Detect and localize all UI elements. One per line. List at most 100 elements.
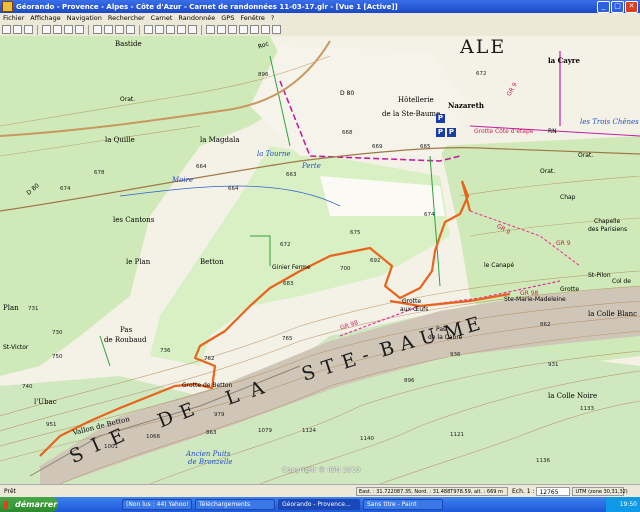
minimize-button[interactable]: _: [597, 1, 610, 13]
altitude-label: 664: [196, 164, 207, 170]
altitude-label: 730: [52, 330, 63, 336]
map-label: Hôtellerie: [398, 96, 434, 104]
map-label: Perte: [302, 162, 321, 170]
topo-map-view[interactable]: Bastide la Cayre ALE Hôtellerie de la St…: [0, 36, 640, 484]
map-label: Moire: [172, 176, 194, 184]
altitude-label: 750: [52, 354, 63, 360]
title-bar: Géorando - Provence - Alpes - Côte d'Azu…: [0, 0, 640, 13]
altitude-label: 669: [372, 144, 383, 150]
menu-affichage[interactable]: Affichage: [27, 14, 64, 22]
menu-help[interactable]: ?: [268, 14, 277, 22]
maximize-button[interactable]: □: [611, 1, 624, 13]
map-label: des Parisiens: [588, 226, 628, 233]
map-label: Grotte: [560, 286, 580, 293]
waypoint-icon[interactable]: [155, 25, 164, 34]
altitude-label: 674: [424, 212, 435, 218]
task-georando[interactable]: Géorando - Provence...: [278, 499, 360, 510]
toolbar-separator: [88, 24, 89, 35]
altitude-label: 1121: [450, 432, 464, 438]
altitude-label: 672: [280, 242, 291, 248]
close-button[interactable]: ✕: [625, 1, 638, 13]
map-label: le Canapé: [484, 262, 515, 269]
map-label: Betton: [200, 258, 224, 266]
scale-input[interactable]: 12765: [536, 487, 571, 496]
map-label: Nazareth: [448, 101, 484, 110]
parking-icon[interactable]: P: [436, 114, 445, 123]
utm-zone: UTM (zone 30,31,32): [572, 487, 628, 496]
new-file-icon[interactable]: [2, 25, 11, 34]
cut-icon[interactable]: [53, 25, 62, 34]
map-label: la Magdala: [200, 136, 240, 144]
map-label: Chap: [560, 194, 576, 201]
route-icon[interactable]: [166, 25, 175, 34]
zoom-in-icon[interactable]: [93, 25, 102, 34]
map-label: ALE: [460, 36, 507, 58]
altitude-label: 1140: [360, 436, 374, 442]
system-tray-clock[interactable]: 19:50: [606, 497, 640, 512]
altitude-label: 663: [286, 172, 297, 178]
menu-fenetre[interactable]: Fenêtre: [237, 14, 268, 22]
start-button[interactable]: démarrer: [0, 497, 58, 512]
select-arrow-icon[interactable]: [126, 25, 135, 34]
map-label: la Cayre: [548, 56, 580, 65]
gps-receive-icon[interactable]: [206, 25, 215, 34]
toolbar-separator: [37, 24, 38, 35]
menu-randonnee[interactable]: Randonnée: [175, 14, 218, 22]
track-icon[interactable]: [144, 25, 153, 34]
profile-icon[interactable]: [177, 25, 186, 34]
altitude-label: 672: [476, 71, 487, 77]
windows-taskbar: démarrer (Non lus : 44) Yahoo! ... Téléc…: [0, 497, 640, 512]
altitude-label: 674: [60, 186, 71, 192]
print-icon[interactable]: [42, 25, 51, 34]
map-background: [0, 36, 640, 484]
measure-icon[interactable]: [188, 25, 197, 34]
altitude-label: 765: [282, 336, 293, 342]
task-paint[interactable]: Sans titre - Paint: [363, 499, 443, 510]
altitude-label: 740: [22, 384, 33, 390]
task-telechargements[interactable]: Téléchargements: [195, 499, 275, 510]
map-label: la Quille: [105, 136, 135, 144]
view-3d-icon[interactable]: [228, 25, 237, 34]
gps-send-icon[interactable]: [217, 25, 226, 34]
altitude-label: 1136: [536, 458, 550, 464]
open-folder-icon[interactable]: [13, 25, 22, 34]
window-controls: _ □ ✕: [597, 1, 638, 13]
zoom-out-icon[interactable]: [104, 25, 113, 34]
info-icon[interactable]: [261, 25, 270, 34]
search-icon[interactable]: [250, 25, 259, 34]
status-bar: Prêt East. : 31.722087.35, Nord. : 31.48…: [0, 484, 640, 498]
hand-pan-icon[interactable]: [115, 25, 124, 34]
scale-label: Ech. 1 :: [512, 488, 535, 495]
parking-icon[interactable]: P: [436, 128, 445, 137]
task-yahoo[interactable]: (Non lus : 44) Yahoo! ...: [122, 499, 192, 510]
menu-gps[interactable]: GPS: [218, 14, 237, 22]
altitude-label: 1124: [302, 428, 316, 434]
menu-carnet[interactable]: Carnet: [148, 14, 176, 22]
altitude-label: 683: [283, 281, 294, 287]
copy-icon[interactable]: [64, 25, 73, 34]
paste-icon[interactable]: [75, 25, 84, 34]
toolbar: [0, 23, 640, 37]
map-label: aux Œufs: [400, 306, 429, 313]
trail-label: GR 9: [556, 240, 571, 247]
menu-navigation[interactable]: Navigation: [64, 14, 105, 22]
help-icon[interactable]: [272, 25, 281, 34]
map-label: l'Ubac: [34, 398, 57, 406]
altitude-label: 862: [540, 322, 551, 328]
layers-icon[interactable]: [239, 25, 248, 34]
map-copyright: Copyright © IGN 2010: [282, 466, 361, 474]
map-label: Ancien Puits: [186, 450, 231, 458]
menu-fichier[interactable]: Fichier: [0, 14, 27, 22]
map-label: Grotte: [402, 298, 422, 305]
map-label: les Cantons: [113, 216, 155, 224]
menu-bar: Fichier Affichage Navigation Rechercher …: [0, 13, 640, 23]
parking-icon[interactable]: P: [447, 128, 456, 137]
altitude-label: 896: [258, 72, 269, 78]
altitude-label: 936: [450, 352, 461, 358]
map-label: Plan: [3, 304, 19, 312]
menu-rechercher[interactable]: Rechercher: [105, 14, 148, 22]
trail-label: Grotte Côte d'étape: [474, 128, 534, 135]
app-icon: [2, 1, 13, 12]
save-icon[interactable]: [24, 25, 33, 34]
map-label: la Tourne: [257, 150, 291, 158]
